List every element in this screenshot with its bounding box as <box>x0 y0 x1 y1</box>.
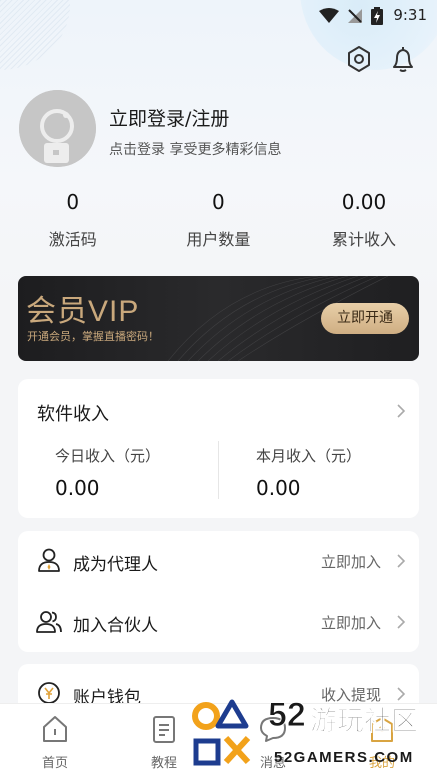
stat-user-count[interactable]: 0 用户数量 <box>146 190 292 250</box>
partner-group-icon <box>36 611 62 633</box>
tutorial-doc-icon <box>153 716 175 743</box>
login-subtitle: 点击登录 享受更多精彩信息 <box>109 142 282 158</box>
join-partner-label: 加入合伙人 <box>73 616 158 636</box>
default-avatar-icon <box>19 90 96 167</box>
month-income-label: 本月收入（元） <box>256 447 362 465</box>
today-income-value: 0.00 <box>55 476 100 500</box>
vip-title: 会员VIP <box>26 295 140 328</box>
status-icons <box>319 7 383 25</box>
stat-label: 用户数量 <box>186 230 251 249</box>
settings-icon[interactable] <box>344 44 374 74</box>
status-time: 9:31 <box>393 6 427 24</box>
home-icon <box>43 716 67 742</box>
battery-icon <box>371 7 383 25</box>
nav-tutorial[interactable]: 教程 <box>134 714 194 771</box>
become-agent-label: 成为代理人 <box>73 555 158 575</box>
income-divider <box>218 441 219 499</box>
avatar[interactable] <box>19 90 96 167</box>
login-title[interactable]: 立即登录/注册 <box>109 104 229 131</box>
vip-subtitle: 开通会员，掌握直播密码！ <box>27 330 159 343</box>
stat-activation-codes[interactable]: 0 激活码 <box>0 190 146 250</box>
stat-label: 激活码 <box>48 230 97 249</box>
vip-banner[interactable]: 会员VIP 开通会员，掌握直播密码！ 立即开通 <box>18 276 419 361</box>
today-income-label: 今日收入（元） <box>55 447 161 465</box>
bell-icon[interactable] <box>388 44 418 74</box>
become-agent-row[interactable]: 成为代理人 立即加入 <box>18 531 419 591</box>
stat-value: 0.00 <box>341 190 387 214</box>
become-agent-action: 立即加入 <box>320 553 381 571</box>
watermark-number: 52 <box>268 696 306 734</box>
watermark-domain: 52GAMERS.COM <box>274 749 414 766</box>
software-income-card[interactable]: 软件收入 今日收入（元） 0.00 本月收入（元） 0.00 <box>18 379 419 518</box>
chevron-right-icon <box>397 554 406 568</box>
chevron-right-icon <box>397 615 406 629</box>
wifi-icon <box>319 8 339 23</box>
agent-person-icon <box>38 548 60 572</box>
chevron-right-icon <box>397 404 406 418</box>
nav-tutorial-label: 教程 <box>150 756 177 771</box>
vip-open-button[interactable]: 立即开通 <box>321 303 409 334</box>
nav-home-label: 首页 <box>41 756 68 771</box>
watermark-logo: 52 游玩社区 52GAMERS.COM <box>192 696 418 766</box>
stat-total-income[interactable]: 0.00 累计收入 <box>291 190 437 250</box>
stat-value: 0 <box>66 190 80 214</box>
join-partner-action: 立即加入 <box>320 614 381 632</box>
stat-value: 0 <box>212 190 225 214</box>
status-bar: 9:31 <box>0 0 437 30</box>
join-card: 成为代理人 立即加入 加入合伙人 立即加入 <box>18 531 419 652</box>
no-signal-icon <box>348 9 362 23</box>
stats-row: 0 激活码 0 用户数量 0.00 累计收入 <box>0 190 437 250</box>
nav-home[interactable]: 首页 <box>25 714 85 771</box>
month-income-value: 0.00 <box>256 476 301 500</box>
income-title: 软件收入 <box>37 404 109 425</box>
stat-label: 累计收入 <box>331 230 396 249</box>
watermark-text: 游玩社区 <box>310 705 418 737</box>
join-partner-row[interactable]: 加入合伙人 立即加入 <box>18 592 419 652</box>
